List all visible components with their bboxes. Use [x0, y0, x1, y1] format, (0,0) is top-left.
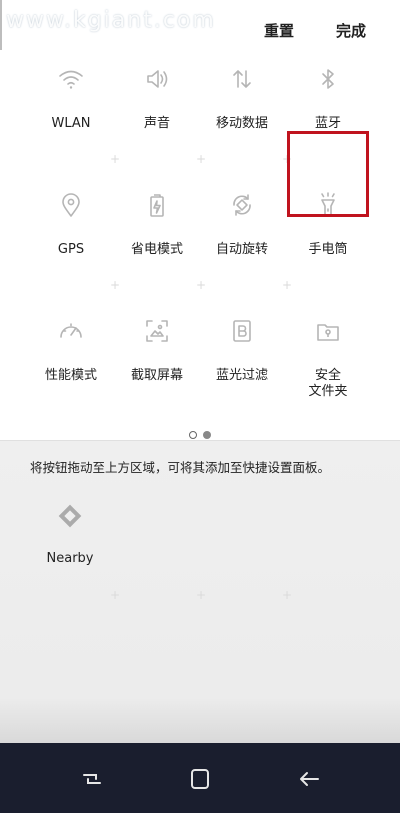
- tile-label: 手电筒: [308, 242, 348, 257]
- tile-wlan[interactable]: WLAN: [27, 50, 115, 160]
- tile-label: 蓝光过滤: [215, 368, 268, 383]
- back-icon: [300, 772, 319, 786]
- navigation-bar: [0, 743, 400, 813]
- tile-blue-light-filter[interactable]: 蓝光过滤: [198, 302, 286, 412]
- screenshot-icon: [140, 316, 174, 346]
- speedometer-icon: [54, 316, 88, 346]
- tile-nearby[interactable]: Nearby: [26, 491, 114, 581]
- blue-light-filter-icon: [225, 316, 259, 346]
- grid-marker: +: [110, 278, 121, 292]
- tile-label: WLAN: [51, 116, 91, 131]
- page-dot[interactable]: [203, 431, 211, 439]
- wifi-icon: [54, 64, 88, 94]
- tile-secure-folder[interactable]: 安全 文件夹: [284, 302, 372, 412]
- tile-label: 省电模式: [130, 242, 183, 257]
- back-button[interactable]: [296, 767, 324, 791]
- tile-label: 安全 文件夹: [308, 368, 348, 399]
- flashlight-highlight-box: [287, 131, 369, 217]
- battery-saver-icon: [140, 190, 174, 220]
- tile-label: 性能模式: [44, 368, 97, 383]
- location-pin-icon: [54, 190, 88, 220]
- watermark: www.kgiant.com: [6, 8, 216, 33]
- grid-marker: +: [110, 588, 121, 602]
- tile-label: GPS: [57, 242, 85, 257]
- tile-performance-mode[interactable]: 性能模式: [27, 302, 115, 412]
- page-dot-active[interactable]: [189, 431, 197, 439]
- drag-hint-text: 将按钮拖动至上方区域，可将其添加至快捷设置面板。: [30, 460, 331, 475]
- tile-label: 移动数据: [215, 116, 268, 131]
- speaker-icon: [140, 64, 174, 94]
- grid-marker: +: [196, 588, 207, 602]
- active-tiles-area: WLAN 声音 移动数据 蓝牙 GPS 省电模式 自动旋转 手电筒 性能模式 截…: [0, 50, 400, 440]
- auto-rotate-icon: [225, 190, 259, 220]
- grid-marker: +: [196, 278, 207, 292]
- tile-power-saving[interactable]: 省电模式: [113, 176, 201, 286]
- recent-apps-button[interactable]: [78, 767, 106, 791]
- mobile-data-icon: [225, 64, 259, 94]
- tile-auto-rotate[interactable]: 自动旋转: [198, 176, 286, 286]
- tile-gps[interactable]: GPS: [27, 176, 115, 286]
- available-tiles-area: 将按钮拖动至上方区域，可将其添加至快捷设置面板。 Nearby + + +: [0, 440, 400, 743]
- tile-screenshot[interactable]: 截取屏幕: [113, 302, 201, 412]
- tile-sound[interactable]: 声音: [113, 50, 201, 160]
- grid-marker: +: [110, 152, 121, 166]
- tile-label: 声音: [143, 116, 170, 131]
- grid-marker: +: [282, 588, 293, 602]
- tile-label: 自动旋转: [215, 242, 268, 257]
- tile-label: 蓝牙: [314, 116, 341, 131]
- nearby-icon: [55, 501, 85, 531]
- home-icon: [191, 769, 209, 789]
- recent-apps-icon: [83, 774, 101, 784]
- done-button[interactable]: 完成: [336, 20, 366, 41]
- home-button[interactable]: [186, 767, 214, 791]
- secure-folder-icon: [311, 316, 345, 346]
- bluetooth-icon: [311, 64, 345, 94]
- tile-label: Nearby: [46, 551, 94, 566]
- grid-marker: +: [196, 152, 207, 166]
- tile-label: 截取屏幕: [130, 368, 183, 383]
- grid-marker: +: [282, 278, 293, 292]
- tile-mobile-data[interactable]: 移动数据: [198, 50, 286, 160]
- reset-button[interactable]: 重置: [264, 20, 294, 41]
